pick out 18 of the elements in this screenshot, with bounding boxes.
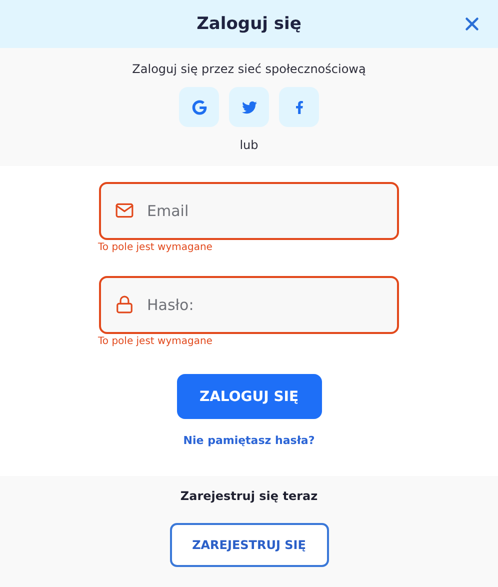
google-icon [192, 100, 206, 114]
register-label: Zarejestruj się teraz [180, 489, 318, 503]
envelope-icon [115, 201, 134, 220]
google-login-button[interactable] [179, 87, 219, 127]
error-message: To pole jest wymagane [98, 336, 212, 349]
register-button[interactable]: ZAREJESTRUJ SIĘ [170, 523, 328, 567]
padlock-icon [115, 295, 134, 314]
password-field[interactable]: Hasło: [99, 276, 399, 334]
forgot-password-link[interactable]: Nie pamiętasz hasła? [183, 434, 315, 447]
login-button[interactable]: ZALOGUJ SIĘ [176, 374, 322, 419]
social-login-label: Zaloguj się przez sieć społecznościową [132, 62, 366, 76]
error-message: To pole jest wymagane [98, 242, 212, 255]
separator-text: lub [240, 138, 258, 152]
bird-icon [242, 100, 256, 114]
email-field[interactable]: Email [99, 182, 399, 240]
twitter-login-button[interactable] [229, 87, 269, 127]
facebook-login-button[interactable] [279, 87, 319, 127]
dialog-title: Zaloguj się [196, 14, 302, 34]
